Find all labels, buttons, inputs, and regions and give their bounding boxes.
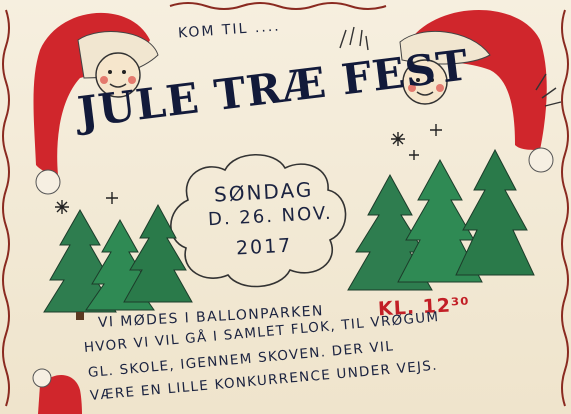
event-year: 2017 (235, 234, 293, 260)
christmas-tree-icon (123, 203, 193, 303)
wavy-border-icon (2, 9, 10, 407)
christmas-tree-icon (455, 148, 535, 276)
poster: KOM TIL .... JULE TRÆ FEST SØNDAG D. 26.… (0, 0, 571, 414)
santa-hat-bottom-icon (32, 368, 82, 414)
